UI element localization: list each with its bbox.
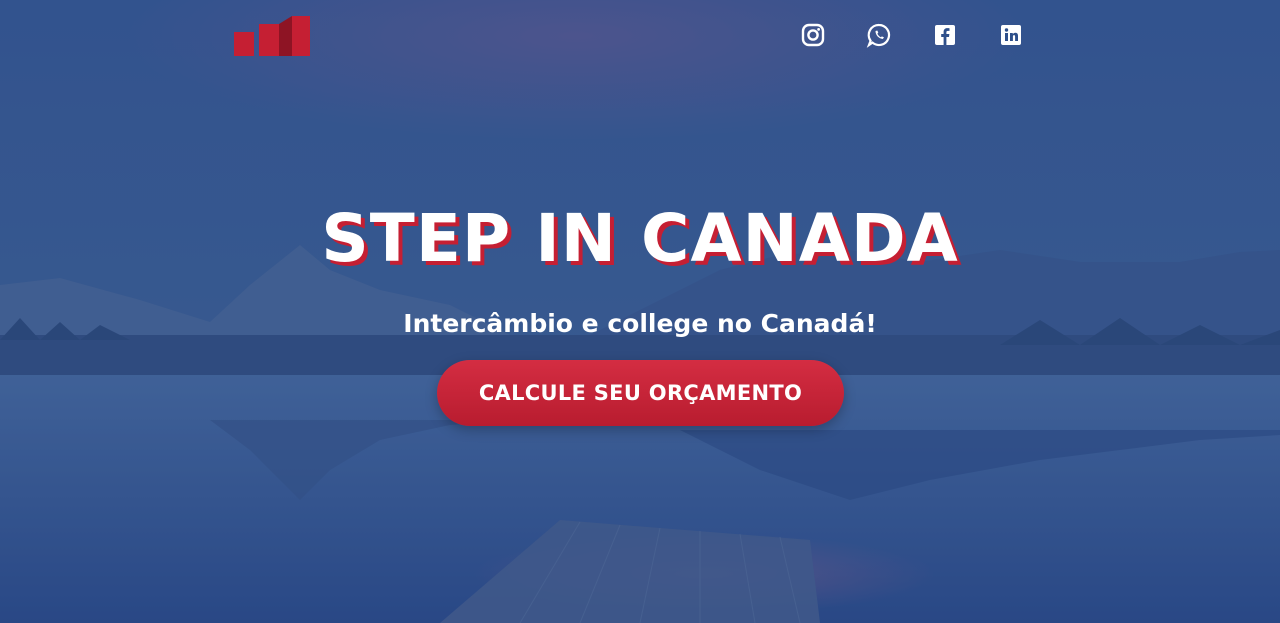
social-links [800, 22, 1024, 48]
instagram-icon[interactable] [800, 22, 826, 48]
hero-section: STEP IN CANADA Intercâmbio e college no … [0, 0, 1280, 623]
facebook-icon[interactable] [932, 22, 958, 48]
whatsapp-icon[interactable] [866, 22, 892, 48]
linkedin-icon[interactable] [998, 22, 1024, 48]
calculate-budget-button[interactable]: CALCULE SEU ORÇAMENTO [437, 360, 844, 426]
hero-title: STEP IN CANADA [321, 200, 959, 277]
hero-subtitle: Intercâmbio e college no Canadá! [403, 309, 877, 338]
bar-logo-icon[interactable] [234, 14, 312, 58]
